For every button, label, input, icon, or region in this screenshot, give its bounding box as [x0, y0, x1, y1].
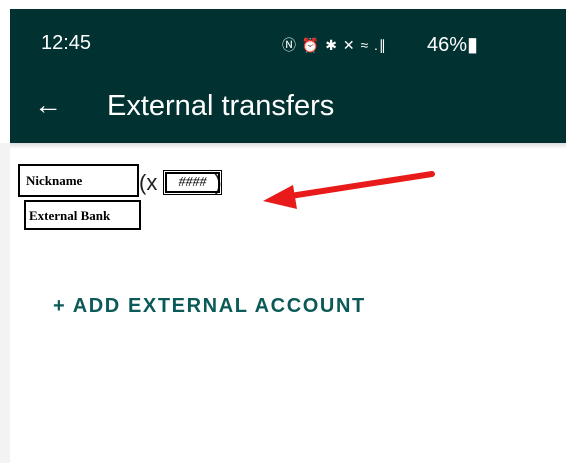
battery-indicator: 46%▮: [427, 34, 479, 56]
status-icons: Ⓝ ⏰ ✱ ✕ ≈ .∥: [282, 37, 387, 53]
page-title: External transfers: [107, 90, 335, 122]
status-time: 12:45: [41, 32, 92, 54]
external-bank-box: External Bank: [24, 200, 141, 230]
app-header: 12:45 Ⓝ ⏰ ✱ ✕ ≈ .∥ 46%▮ ← External trans…: [10, 9, 566, 143]
header-shadow: [10, 143, 566, 149]
add-external-account-button[interactable]: + ADD EXTERNAL ACCOUNT: [53, 295, 366, 318]
nickname-box: Nickname: [18, 164, 139, 197]
left-border: [0, 143, 10, 463]
suffix-open: (x: [139, 170, 158, 195]
arrow-left-icon[interactable]: ←: [34, 91, 62, 119]
external-bank-label: External Bank: [29, 208, 111, 223]
account-mask: ####: [163, 170, 222, 195]
nickname-label: Nickname: [26, 173, 83, 188]
